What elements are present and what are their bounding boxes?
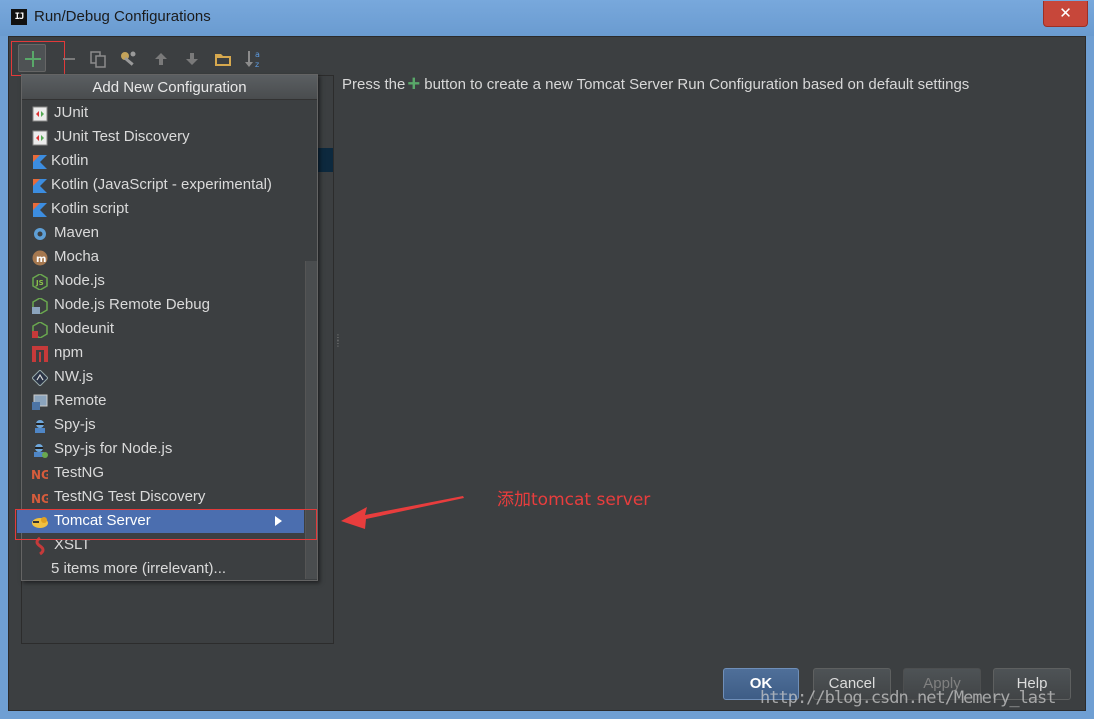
svg-text:NG: NG: [31, 468, 48, 482]
close-window-button[interactable]: ✕: [1043, 1, 1088, 27]
move-down-icon: [186, 53, 198, 65]
list-item-label: Node.js: [54, 272, 105, 289]
remote-icon: [31, 393, 48, 410]
create-folder-button[interactable]: [211, 45, 235, 73]
svg-text:JS: JS: [35, 279, 44, 287]
list-item-label: JUnit Test Discovery: [54, 128, 190, 145]
remove-icon: [63, 58, 75, 60]
list-item-spy-js-nodejs[interactable]: Spy-js for Node.js: [22, 437, 304, 461]
list-item-label: Kotlin script: [51, 200, 129, 217]
svg-text:NG: NG: [31, 492, 48, 506]
hint-text-after: button to create a new Tomcat Server Run…: [424, 75, 970, 93]
list-item-label: Spy-js for Node.js: [54, 440, 173, 457]
list-item-label: Kotlin: [51, 152, 89, 169]
move-up-button[interactable]: [149, 45, 173, 73]
list-item-label: Mocha: [54, 248, 100, 265]
edit-defaults-icon: [121, 51, 136, 66]
sort-configurations-button[interactable]: a z: [242, 45, 266, 73]
annotation-text: 添加tomcat server: [497, 490, 651, 510]
list-item-testng-test-discovery[interactable]: NG TestNG Test Discovery: [22, 485, 304, 509]
list-item-kotlin-script[interactable]: Kotlin script: [22, 197, 304, 221]
list-item-label: Nodeunit: [54, 320, 115, 337]
list-item-npm[interactable]: npm: [22, 341, 304, 365]
kotlin-icon: [31, 177, 48, 194]
empty-configuration-hint: Press the + button to create a new Tomca…: [342, 71, 970, 96]
list-item-junit[interactable]: JUnit: [22, 101, 304, 125]
dialog-client-area: a z ⋮ ⋮ Press the + button to create a ne…: [8, 36, 1086, 711]
remove-configuration-button[interactable]: [57, 45, 81, 73]
move-down-button[interactable]: [180, 45, 204, 73]
popup-header: Add New Configuration: [22, 75, 317, 100]
watermark-text: http://blog.csdn.net/Memery_last: [760, 688, 1057, 708]
mocha-icon: m: [31, 249, 48, 266]
list-item-label: TestNG Test Discovery: [54, 488, 206, 505]
list-item-label: Spy-js: [54, 416, 96, 433]
list-item-more-items[interactable]: 5 items more (irrelevant)...: [22, 557, 304, 581]
junit-icon: [31, 105, 48, 122]
list-item-remote[interactable]: Remote: [22, 389, 304, 413]
list-item-label: Maven: [54, 224, 100, 241]
list-item-maven[interactable]: Maven: [22, 221, 304, 245]
add-new-configuration-popup[interactable]: Add New Configuration JUnit JUnit Test D…: [17, 74, 318, 581]
title-bar: IJ Run/Debug Configurations ✕: [0, 0, 1094, 36]
list-item-spy-js[interactable]: Spy-js: [22, 413, 304, 437]
edit-defaults-button[interactable]: [117, 45, 141, 73]
list-item-nodejs-remote-debug[interactable]: Node.js Remote Debug: [22, 293, 304, 317]
move-up-icon: [155, 53, 167, 65]
svg-text:z: z: [255, 60, 259, 69]
inline-add-icon: +: [407, 71, 421, 96]
maven-icon: [31, 225, 48, 242]
window-title: Run/Debug Configurations: [34, 8, 211, 25]
tomcat-highlight-box: [15, 509, 317, 540]
kotlin-icon: [31, 153, 48, 170]
list-item-nwjs[interactable]: NW.js: [22, 365, 304, 389]
nodejs-icon: JS: [31, 273, 48, 290]
junit-icon: [31, 129, 48, 146]
svg-text:m: m: [36, 254, 46, 265]
list-item-label: npm: [54, 344, 84, 361]
hint-text-before: Press the: [342, 75, 406, 93]
testng-icon: NG: [31, 465, 48, 482]
spyjs-icon: [31, 441, 48, 458]
splitter-handle[interactable]: ⋮ ⋮: [334, 334, 342, 353]
npm-icon: [31, 345, 48, 362]
list-item-label: Node.js Remote Debug: [54, 296, 210, 313]
list-item-testng[interactable]: NG TestNG: [22, 461, 304, 485]
annotation-arrow: [341, 496, 464, 529]
nodejs-icon: [31, 321, 48, 338]
testng-icon: NG: [31, 489, 48, 506]
list-item-label: 5 items more (irrelevant)...: [51, 560, 227, 577]
list-item-nodeunit[interactable]: Nodeunit: [22, 317, 304, 341]
list-item-kotlin-javascript[interactable]: Kotlin (JavaScript - experimental): [22, 173, 304, 197]
list-item-label: JUnit: [54, 104, 89, 121]
folder-icon: [215, 54, 231, 66]
copy-configuration-button[interactable]: [86, 45, 110, 73]
list-item-kotlin[interactable]: Kotlin: [22, 149, 304, 173]
kotlin-icon: [31, 201, 48, 218]
sort-icon: a z: [245, 50, 260, 69]
list-item-label: NW.js: [54, 368, 94, 385]
spyjs-icon: [31, 417, 48, 434]
copy-icon: [90, 51, 106, 68]
list-item-nodejs[interactable]: JS Node.js: [22, 269, 304, 293]
add-icon: [25, 51, 41, 67]
svg-text:a: a: [255, 50, 260, 59]
list-item-label: TestNG: [54, 464, 105, 481]
list-item-label: Kotlin (JavaScript - experimental): [51, 176, 272, 193]
nwjs-icon: [31, 369, 48, 386]
list-item-junit-test-discovery[interactable]: JUnit Test Discovery: [22, 125, 304, 149]
list-item-label: Remote: [54, 392, 107, 409]
nodejs-remote-icon: [31, 297, 48, 314]
list-item-mocha[interactable]: m Mocha: [22, 245, 304, 269]
add-configuration-button[interactable]: [18, 44, 46, 72]
intellij-app-icon: IJ: [11, 9, 27, 25]
